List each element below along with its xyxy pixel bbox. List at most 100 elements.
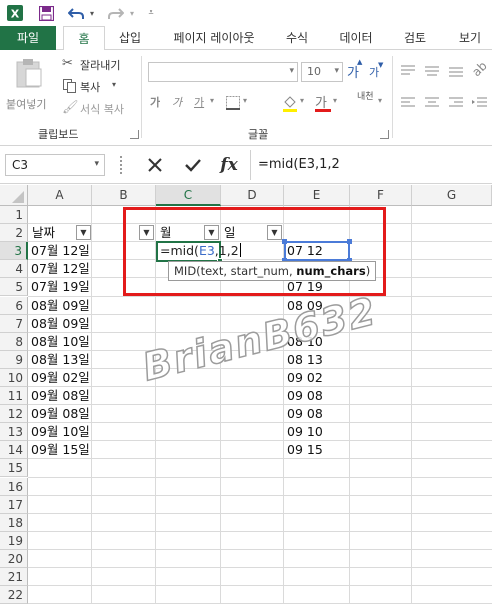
cancel-icon[interactable] [140, 155, 170, 175]
save-icon[interactable] [36, 4, 56, 22]
column-header-a[interactable]: A [28, 185, 92, 206]
name-box[interactable]: C3 ▾ [5, 154, 105, 176]
phonetic-dropdown-icon[interactable]: ▾ [378, 96, 382, 105]
font-launcher-icon[interactable] [380, 130, 389, 139]
cell-e13[interactable]: 09 10 [287, 423, 323, 441]
row-header-3[interactable]: 3 [0, 242, 28, 261]
customize-icon[interactable]: ⩡ [145, 4, 157, 22]
tab-review[interactable]: 검토 [393, 26, 437, 50]
cell-a14[interactable]: 09월 15일 [31, 441, 90, 459]
row-header-13[interactable]: 13 [0, 423, 28, 442]
row-header-15[interactable]: 15 [0, 459, 28, 478]
cell-e6[interactable]: 08 09 [287, 297, 323, 315]
cell-e14[interactable]: 09 15 [287, 441, 323, 459]
font-size-dropdown-icon[interactable]: ▾ [334, 66, 339, 76]
font-color-dropdown-icon[interactable]: ▾ [333, 96, 337, 105]
fill-color-icon[interactable] [282, 94, 298, 115]
column-header-e[interactable]: E [284, 185, 350, 206]
row-header-12[interactable]: 12 [0, 405, 28, 424]
copy-button[interactable]: 복사 ▾ [62, 78, 134, 96]
cell-a8[interactable]: 08월 10일 [31, 333, 90, 351]
borders-icon[interactable] [226, 96, 240, 113]
shrink-font-button[interactable]: 가 ▼ [369, 61, 385, 84]
enter-icon[interactable] [178, 155, 208, 175]
cell-a11[interactable]: 09월 08일 [31, 387, 90, 405]
tab-formulas[interactable]: 수식 [274, 26, 320, 50]
select-all-corner[interactable] [0, 185, 28, 206]
column-header-g[interactable]: G [412, 185, 492, 206]
column-header-b[interactable]: B [92, 185, 156, 206]
fill-color-dropdown-icon[interactable]: ▾ [300, 96, 304, 105]
bold-button[interactable]: 가 [150, 94, 168, 112]
filter-dropdown-icon[interactable]: ▼ [76, 225, 91, 240]
cell-a6[interactable]: 08월 09일 [31, 297, 90, 315]
font-name-combo[interactable]: ▾ [148, 62, 298, 82]
tab-view[interactable]: 보기 [448, 26, 492, 50]
cell-a9[interactable]: 08월 13일 [31, 351, 90, 369]
paste-button[interactable]: 붙여넣기 [4, 56, 50, 120]
cell-a12[interactable]: 09월 08일 [31, 405, 90, 423]
cell-e11[interactable]: 09 08 [287, 387, 323, 405]
cut-button[interactable]: ✂ 잘라내기 [62, 56, 134, 74]
formula-input[interactable]: =mid(E3,1,2 [252, 154, 492, 176]
column-header-c[interactable]: C [156, 185, 221, 206]
align-center-icon[interactable] [424, 96, 440, 113]
cell-e9[interactable]: 08 13 [287, 351, 323, 369]
row-header-11[interactable]: 11 [0, 387, 28, 405]
align-right-icon[interactable] [448, 96, 464, 113]
align-bottom-icon[interactable] [448, 64, 464, 81]
underline-dropdown-icon[interactable]: ▾ [210, 96, 214, 105]
cell-e10[interactable]: 09 02 [287, 369, 323, 387]
undo-dropdown-icon[interactable]: ▾ [87, 4, 97, 22]
clipboard-launcher-icon[interactable] [130, 130, 139, 139]
row-header-5[interactable]: 5 [0, 278, 28, 297]
row-header-17[interactable]: 17 [0, 495, 28, 514]
cell-e12[interactable]: 09 08 [287, 405, 323, 423]
cell-a13[interactable]: 09월 10일 [31, 423, 90, 441]
phonetic-button[interactable]: 내천 [357, 92, 377, 114]
undo-icon[interactable] [66, 4, 86, 22]
grow-font-button[interactable]: 가 ▲ [347, 58, 363, 82]
orientation-icon[interactable]: ab [469, 59, 489, 79]
insert-function-icon[interactable]: fx [214, 155, 244, 175]
cell-a2[interactable]: 날짜 [32, 224, 55, 242]
cell-a7[interactable]: 08월 09일 [31, 315, 90, 333]
formula-bar-grip-icon[interactable] [120, 156, 123, 174]
italic-button[interactable]: 가 [172, 94, 190, 112]
column-header-d[interactable]: D [221, 185, 284, 206]
row-header-22[interactable]: 22 [0, 586, 28, 604]
row-header-20[interactable]: 20 [0, 549, 28, 568]
align-left-icon[interactable] [400, 96, 416, 113]
cell-e8[interactable]: 08 10 [287, 333, 323, 351]
row-header-6[interactable]: 6 [0, 296, 28, 315]
format-painter-button[interactable]: 🖌 서식 복사 [62, 100, 134, 118]
redo-dropdown-icon[interactable]: ▾ [127, 4, 137, 22]
row-header-16[interactable]: 16 [0, 477, 28, 496]
tab-data[interactable]: 데이터 [331, 26, 381, 50]
row-header-4[interactable]: 4 [0, 260, 28, 279]
column-header-f[interactable]: F [350, 185, 412, 206]
row-header-7[interactable]: 7 [0, 314, 28, 333]
row-header-1[interactable]: 1 [0, 206, 28, 224]
row-header-2[interactable]: 2 [0, 224, 28, 243]
row-header-14[interactable]: 14 [0, 441, 28, 460]
cell-a5[interactable]: 07월 19일 [31, 278, 90, 296]
cell-a10[interactable]: 09월 02일 [31, 369, 90, 387]
indent-icon[interactable] [472, 96, 488, 113]
align-middle-icon[interactable] [424, 64, 440, 81]
row-header-8[interactable]: 8 [0, 332, 28, 351]
cell-a4[interactable]: 07월 12일 [31, 260, 90, 278]
tab-page-layout[interactable]: 페이지 레이아웃 [160, 26, 268, 50]
copy-dropdown-icon[interactable]: ▾ [112, 80, 116, 89]
row-header-21[interactable]: 21 [0, 568, 28, 586]
font-color-button[interactable]: 가 [315, 92, 331, 112]
cell-a3[interactable]: 07월 12일 [31, 242, 90, 260]
align-top-icon[interactable] [400, 64, 416, 81]
tab-insert[interactable]: 삽입 [108, 26, 152, 50]
row-header-10[interactable]: 10 [0, 368, 28, 387]
redo-icon[interactable] [106, 4, 126, 22]
font-name-dropdown-icon[interactable]: ▾ [289, 66, 294, 76]
font-size-combo[interactable]: 10 ▾ [301, 62, 343, 82]
row-header-18[interactable]: 18 [0, 513, 28, 532]
tab-file[interactable]: 파일 [0, 26, 56, 50]
